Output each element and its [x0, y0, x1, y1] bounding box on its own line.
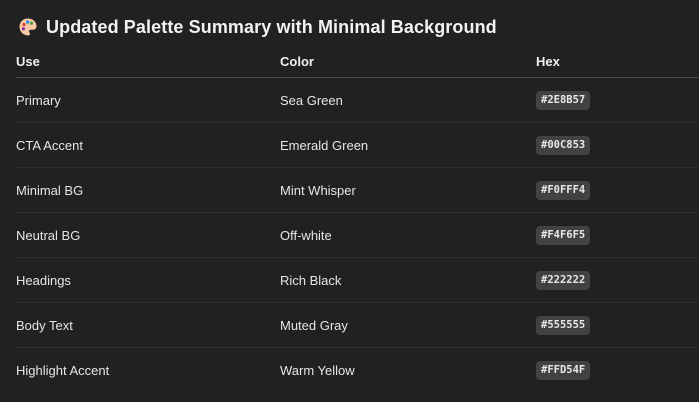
use-cell: Body Text: [16, 302, 280, 348]
column-header-use: Use: [16, 46, 280, 78]
palette-table: Use Color Hex Primary Sea Green #2E8B57 …: [16, 46, 699, 392]
artist-palette-icon: [18, 17, 38, 37]
hex-code: #F0FFF4: [536, 180, 591, 200]
hex-cell: #F0FFF4: [536, 167, 699, 213]
table-row: Headings Rich Black #222222: [16, 257, 699, 303]
table-header-row: Use Color Hex: [16, 46, 699, 78]
table-row: CTA Accent Emerald Green #00C853: [16, 122, 699, 168]
color-name-cell: Rich Black: [280, 257, 536, 303]
color-name-cell: Sea Green: [280, 77, 536, 123]
hex-cell: #FFD54F: [536, 348, 699, 393]
hex-cell: #222222: [536, 257, 699, 303]
hex-cell: #00C853: [536, 122, 699, 168]
use-cell: Neutral BG: [16, 212, 280, 258]
table-row: Minimal BG Mint Whisper #F0FFF4: [16, 167, 699, 213]
color-name-cell: Muted Gray: [280, 302, 536, 348]
use-cell: Minimal BG: [16, 167, 280, 213]
hex-code: #222222: [536, 270, 591, 290]
table-row: Body Text Muted Gray #555555: [16, 302, 699, 348]
hex-code: #00C853: [536, 135, 591, 155]
page-title: Updated Palette Summary with Minimal Bac…: [46, 16, 497, 37]
color-name-cell: Emerald Green: [280, 122, 536, 168]
use-cell: Highlight Accent: [16, 362, 110, 378]
column-header-color: Color: [280, 46, 536, 78]
table-row: Neutral BG Off-white #F4F6F5: [16, 212, 699, 258]
hex-cell: #F4F6F5: [536, 212, 699, 258]
hex-code: #555555: [536, 315, 591, 335]
table-row: Primary Sea Green #2E8B57: [16, 77, 699, 123]
use-cell: Primary: [16, 77, 280, 123]
column-header-hex: Hex: [536, 46, 699, 78]
color-name-cell: Warm Yellow: [280, 362, 355, 378]
hex-code: #FFD54F: [536, 360, 591, 380]
color-name-cell: Off-white: [280, 212, 536, 258]
color-name-cell: Mint Whisper: [280, 167, 536, 213]
palette-summary: Updated Palette Summary with Minimal Bac…: [16, 12, 699, 392]
hex-code: #2E8B57: [536, 90, 591, 110]
table-row: Highlight Accent Warm Yellow #FFD54F: [16, 348, 699, 393]
hex-cell: #555555: [536, 302, 699, 348]
hex-code: #F4F6F5: [536, 225, 591, 245]
use-cell: Headings: [16, 257, 280, 303]
heading: Updated Palette Summary with Minimal Bac…: [18, 12, 699, 42]
hex-cell: #2E8B57: [536, 77, 699, 123]
use-cell: CTA Accent: [16, 122, 280, 168]
